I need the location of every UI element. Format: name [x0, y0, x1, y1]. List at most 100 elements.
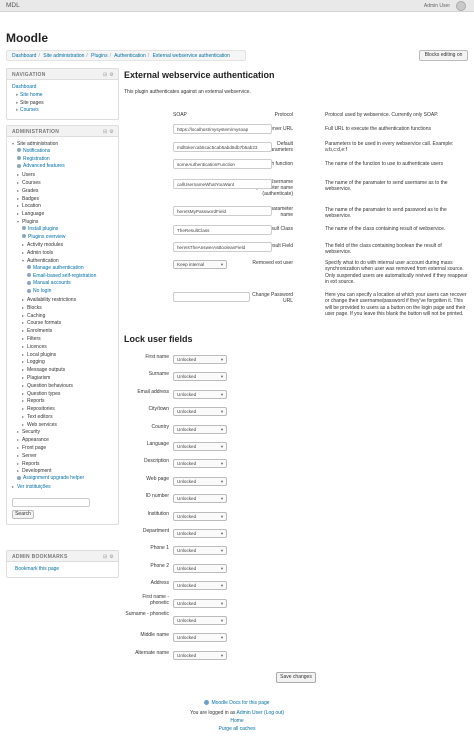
admin-blocks[interactable]: Blocks: [27, 305, 42, 311]
admin-message-outputs[interactable]: Message outputs: [27, 367, 65, 373]
avatar[interactable]: [456, 1, 466, 11]
change-password-url-input[interactable]: [173, 292, 250, 302]
admin-install-plugins[interactable]: Install plugins: [28, 226, 58, 232]
admin-question-types[interactable]: Question types: [27, 391, 60, 397]
admin-activity-modules[interactable]: Activity modules: [27, 242, 63, 248]
lock-field-select[interactable]: Unlocked ▼: [173, 459, 227, 469]
admin-users[interactable]: Users: [22, 172, 35, 178]
admin-text-editors[interactable]: Text editors: [27, 414, 53, 420]
result-field-input[interactable]: hereIsTheAnswerAsBooleanField: [173, 242, 272, 252]
breadcrumb-authentication[interactable]: Authentication: [114, 53, 146, 59]
nav-site-home[interactable]: Site home: [20, 92, 43, 98]
admin-location[interactable]: Location: [22, 203, 41, 209]
admin-language[interactable]: Language: [22, 211, 44, 217]
logout-link[interactable]: (Log out): [264, 710, 284, 716]
block-controls-icon[interactable]: ⊟ ⚙: [103, 129, 114, 135]
footer-login-info: You are logged in as Admin User (Log out…: [0, 710, 474, 716]
nav-courses[interactable]: Courses: [20, 107, 39, 113]
admin-no-login[interactable]: No login: [33, 288, 51, 294]
admin-availability-restrictions[interactable]: Availability restrictions: [27, 297, 76, 303]
admin-course-formats[interactable]: Course formats: [27, 320, 61, 326]
admin-question-behaviours[interactable]: Question behaviours: [27, 383, 73, 389]
bookmark-this-page-link[interactable]: Bookmark this page: [15, 566, 59, 572]
lock-field-select[interactable]: Unlocked ▼: [173, 650, 227, 660]
lock-field-select[interactable]: Unlocked ▼: [173, 355, 227, 364]
admin-search-button[interactable]: Search: [12, 509, 34, 519]
breadcrumb-dashboard[interactable]: Dashboard: [12, 53, 36, 59]
nav-dashboard[interactable]: Dashboard: [12, 84, 36, 90]
default-parameters-input[interactable]: mdltoken:ab5cac5cab5abd5db7b5ab23: [173, 142, 272, 152]
save-changes-button[interactable]: Save changes: [276, 672, 316, 683]
admin-plugin-reports[interactable]: Reports: [27, 398, 45, 404]
lock-field-select[interactable]: Unlocked ▼: [173, 442, 227, 451]
lock-field-select[interactable]: Unlocked ▼: [173, 372, 227, 382]
removed-ext-user-select[interactable]: Keep internal ▼: [173, 260, 227, 269]
lock-field-select[interactable]: Unlocked ▼: [173, 424, 227, 434]
footer-user-link[interactable]: Admin User: [237, 710, 263, 716]
admin-search-input[interactable]: [12, 497, 90, 507]
admin-badges[interactable]: Badges: [22, 196, 39, 202]
home-link[interactable]: Home: [230, 718, 243, 724]
breadcrumb-site-admin[interactable]: Site administration: [43, 53, 84, 59]
block-controls-icon[interactable]: ⊟ ⚙: [103, 554, 114, 560]
admin-email-self-registration[interactable]: Email-based self-registration: [33, 273, 96, 279]
lock-field-label: City/town: [148, 406, 169, 413]
chevron-down-icon: ▼: [220, 357, 224, 362]
nav-site-pages[interactable]: Site pages: [20, 100, 44, 106]
admin-plugins[interactable]: Plugins: [22, 219, 38, 225]
admin-caching[interactable]: Caching: [27, 313, 45, 319]
lock-field-select[interactable]: Unlocked ▼: [173, 633, 227, 643]
admin-courses[interactable]: Courses: [22, 180, 41, 186]
admin-licences[interactable]: Licences: [27, 344, 47, 350]
block-controls-icon[interactable]: ⊟ ⚙: [103, 72, 114, 78]
lock-field-select[interactable]: Unlocked ▼: [173, 529, 227, 538]
admin-repositories[interactable]: Repositories: [27, 406, 55, 412]
admin-authentication[interactable]: Authentication: [27, 258, 59, 264]
admin-grades[interactable]: Grades: [22, 188, 38, 194]
lock-field-select[interactable]: Unlocked ▼: [173, 616, 227, 625]
purge-caches-link[interactable]: Purge all caches: [219, 726, 256, 732]
lock-field-select[interactable]: Unlocked ▼: [173, 389, 227, 399]
auth-server-url-input[interactable]: https://localhost/mysystem/mysoap: [173, 124, 272, 134]
admin-web-services[interactable]: Web services: [27, 422, 57, 428]
admin-appearance[interactable]: Appearance: [22, 437, 49, 443]
lock-field-select[interactable]: Unlocked ▼: [173, 598, 227, 608]
admin-notifications[interactable]: Notifications: [23, 148, 50, 154]
admin-server[interactable]: Server: [22, 453, 37, 459]
admin-registration[interactable]: Registration: [23, 156, 50, 162]
lock-field-select[interactable]: Unlocked ▼: [173, 563, 227, 573]
admin-reports[interactable]: Reports: [22, 461, 40, 467]
moodle-docs-link[interactable]: Moodle Docs for this page: [211, 700, 269, 706]
admin-local-plugins[interactable]: Local plugins: [27, 352, 56, 358]
username-parameter-input[interactable]: callUsernameWhatYouWant: [173, 179, 272, 189]
lock-field-select[interactable]: Unlocked ▼: [173, 494, 227, 504]
admin-more-link[interactable]: Ver instituições: [17, 484, 51, 490]
admin-enrolments[interactable]: Enrolments: [27, 328, 52, 334]
lock-field-select[interactable]: Unlocked ▼: [173, 546, 227, 556]
breadcrumb-plugins[interactable]: Plugins: [91, 53, 107, 59]
admin-manage-authentication[interactable]: Manage authentication: [33, 265, 84, 271]
lock-field-select[interactable]: Unlocked ▼: [173, 407, 227, 417]
lock-field-select[interactable]: Unlocked ▼: [173, 476, 227, 486]
admin-security[interactable]: Security: [22, 429, 40, 435]
admin-assignment-upgrade-helper[interactable]: Assignment upgrade helper: [23, 475, 84, 481]
admin-front-page[interactable]: Front page: [22, 445, 46, 451]
admin-manual-accounts[interactable]: Manual accounts: [33, 280, 71, 286]
brand-link[interactable]: MDL: [6, 2, 20, 9]
lock-field-select[interactable]: Unlocked ▼: [173, 581, 227, 591]
result-class-input[interactable]: TheResultClass: [173, 225, 272, 235]
admin-site-administration[interactable]: Site administration: [17, 141, 58, 147]
auth-function-input[interactable]: someAuthenticationFunction: [173, 159, 272, 169]
admin-advanced-features[interactable]: Advanced features: [23, 163, 65, 169]
blocks-editing-button[interactable]: Blocks editing on: [419, 50, 468, 61]
admin-development[interactable]: Development: [22, 468, 51, 474]
admin-plugins-overview[interactable]: Plugins overview: [28, 234, 66, 240]
breadcrumb-current[interactable]: External webservice authentication: [153, 53, 230, 59]
admin-admin-tools[interactable]: Admin tools: [27, 250, 53, 256]
lock-field-select[interactable]: Unlocked ▼: [173, 511, 227, 521]
admin-filters[interactable]: Filters: [27, 336, 41, 342]
admin-logging[interactable]: Logging: [27, 359, 45, 365]
admin-plagiarism[interactable]: Plagiarism: [27, 375, 50, 381]
password-parameter-input[interactable]: hereIsMyPasswordField: [173, 206, 272, 216]
user-menu-name[interactable]: Admin User: [424, 3, 450, 9]
